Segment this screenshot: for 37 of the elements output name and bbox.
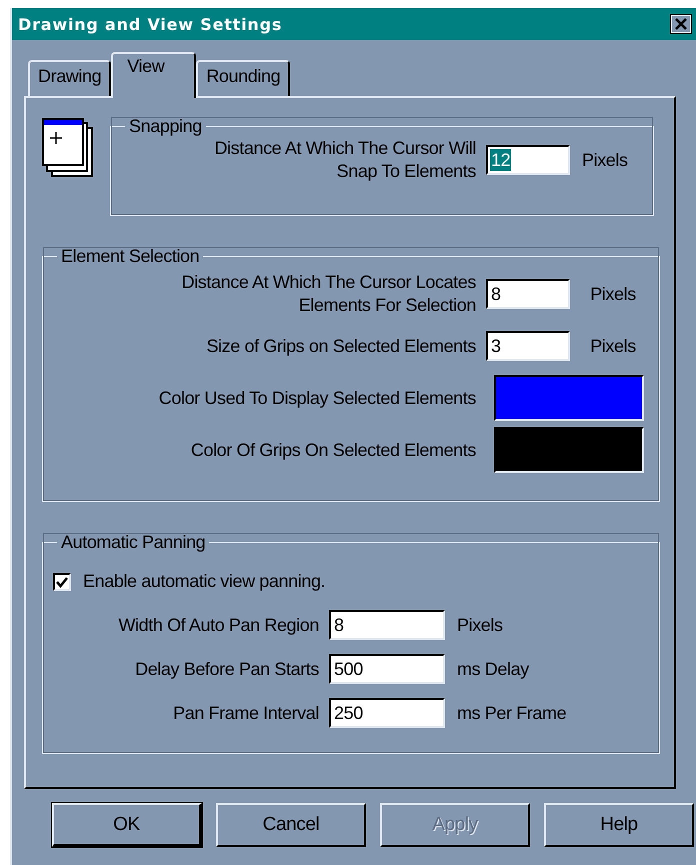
unit-label: ms Delay (457, 658, 530, 680)
group-title: Automatic Panning (60, 532, 206, 553)
group-title: Element Selection (60, 246, 200, 267)
windows-stack-icon (42, 118, 94, 178)
dialog-button[interactable]: Cancel (216, 803, 366, 847)
field-label: Color Of Grips On Selected Elements (190, 438, 476, 462)
number-field[interactable]: 8 (329, 610, 445, 640)
checkmark-icon (55, 574, 69, 588)
dialog-button[interactable]: Help (544, 803, 694, 847)
number-field[interactable]: 12 (486, 145, 570, 175)
unit-label: Pixels (590, 284, 637, 304)
dialog-button[interactable]: OK (52, 803, 202, 847)
number-field[interactable]: 3 (486, 331, 570, 361)
color-swatch[interactable] (494, 427, 644, 473)
field-label: Delay Before Pan Starts (135, 658, 319, 680)
field-label: Pan Frame Interval (173, 702, 319, 724)
unit-label: ms Per Frame (457, 702, 566, 724)
group-title: Snapping (128, 116, 203, 137)
unit-label: Pixels (590, 336, 637, 356)
number-field[interactable]: 500 (329, 654, 445, 684)
number-field[interactable]: 8 (486, 279, 570, 309)
number-field[interactable]: 250 (329, 698, 445, 728)
unit-label: Pixels (457, 614, 504, 636)
tab[interactable]: Rounding (196, 60, 290, 96)
checkbox-box[interactable] (53, 572, 71, 590)
field-label: Distance At Which The Cursor Locates Elements For Selection (182, 271, 476, 317)
field-label: Width Of Auto Pan Region (118, 614, 319, 636)
field-label: Color Used To Display Selected Elements (158, 386, 476, 410)
checkbox[interactable]: Enable automatic view panning. (53, 571, 649, 592)
checkbox-label: Enable automatic view panning. (83, 571, 326, 592)
field-label: Distance At Which The Cursor Will Snap To Elements (214, 137, 476, 183)
tab[interactable]: View (111, 52, 196, 98)
unit-label: Pixels (582, 150, 628, 170)
color-swatch[interactable] (494, 375, 644, 421)
field-label: Size of Grips on Selected Elements (206, 334, 476, 358)
window-title: Drawing and View Settings (18, 14, 282, 34)
close-icon[interactable] (670, 14, 692, 34)
